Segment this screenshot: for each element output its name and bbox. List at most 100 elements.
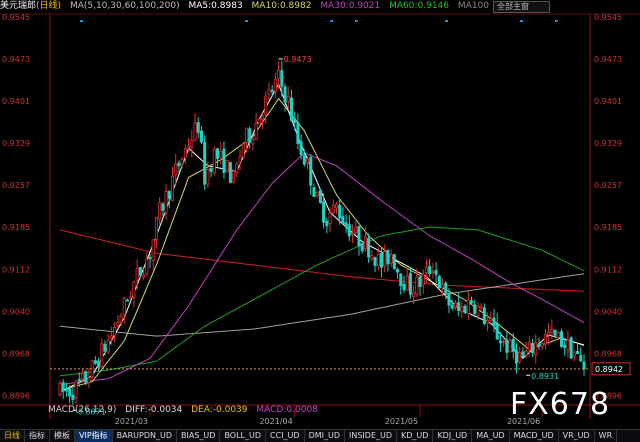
candle-body <box>199 130 203 143</box>
ma5-value: MA5:0.8983 <box>188 1 243 11</box>
candle-body <box>232 170 236 183</box>
candle-body <box>244 128 248 144</box>
candle-body <box>389 254 393 264</box>
price-tick-right: 0.9040 <box>594 308 622 317</box>
toolbar-tab[interactable]: BIAS_UD <box>177 430 221 442</box>
price-tick-right: 0.9329 <box>594 139 622 148</box>
event-marker <box>330 20 333 22</box>
event-marker <box>355 20 358 22</box>
candle-body <box>280 70 284 87</box>
candle-body <box>518 352 522 363</box>
candles <box>58 60 586 405</box>
price-tick-left: 0.9112 <box>2 266 30 275</box>
toolbar-tab[interactable]: BARUPDN_UD <box>113 430 178 442</box>
candle-body <box>206 169 210 185</box>
candle-body <box>209 167 213 172</box>
candle-body <box>261 115 265 120</box>
time-label: 2021/03 <box>115 417 148 426</box>
candle-body <box>257 118 261 125</box>
candle-body <box>386 249 390 265</box>
window-selector[interactable]: 全部主窗 <box>493 1 550 13</box>
ma30-value: MA30:0.9021 <box>320 1 381 11</box>
toolbar-tab[interactable]: KDJ_UD <box>433 430 473 442</box>
bottom-toolbar: 日线 指标 模板 VIP指标 BARUPDN_UD BIAS_UD BOLL_UD CCI_U… <box>0 429 640 442</box>
candle-body <box>441 284 445 288</box>
candle-body <box>251 138 255 145</box>
price-tick-left: 0.9257 <box>2 181 30 190</box>
toolbar-tab[interactable]: 指标 <box>25 430 50 442</box>
event-marker <box>245 20 248 22</box>
candle-body <box>215 148 220 159</box>
candle-body <box>537 343 541 346</box>
price-tick-left: 0.9329 <box>2 139 30 148</box>
price-chart[interactable]: 0.9545 0.9545 0.9473 0.9473 0.9401 0.9401 0.93… <box>0 0 640 441</box>
toolbar-tab[interactable]: MA_UD <box>472 430 510 442</box>
candle-body <box>331 205 335 213</box>
price-tick-left: 0.9473 <box>2 55 30 64</box>
candle-body <box>180 158 184 165</box>
candle-body <box>408 273 412 295</box>
candle-body <box>142 274 146 278</box>
candle-body <box>109 335 113 339</box>
candle-body <box>183 148 187 158</box>
candle-body <box>531 343 535 354</box>
candle-body <box>132 281 136 298</box>
candle-body <box>421 274 425 286</box>
candle-body <box>68 388 72 397</box>
toolbar-tab[interactable]: CCI_UD <box>266 430 305 442</box>
toolbar-tab[interactable]: INSIDE_UD <box>345 430 398 442</box>
candle-body <box>267 89 271 95</box>
candle-body <box>177 162 181 167</box>
candle-body <box>563 344 567 349</box>
candle-body <box>363 236 367 249</box>
low-right-label: 0.8931 <box>531 372 559 381</box>
toolbar-tab[interactable]: 日线 <box>0 430 25 442</box>
event-marker <box>555 20 558 22</box>
candle-body <box>158 202 162 220</box>
candle-body <box>306 158 310 163</box>
candle-body <box>412 292 416 297</box>
toolbar-tab[interactable]: DMI_UD <box>305 430 345 442</box>
candle-body <box>431 271 435 274</box>
candle-body <box>351 233 355 235</box>
candle-body <box>193 122 197 141</box>
candle-body <box>58 383 62 395</box>
candle-body <box>508 339 512 353</box>
candle-body <box>367 237 371 258</box>
toolbar-tab[interactable]: 模板 <box>50 430 75 442</box>
candle-body <box>582 361 586 370</box>
toolbar-tab[interactable]: VIP指标 <box>75 430 113 442</box>
candle-body <box>187 145 191 148</box>
candle-body <box>74 380 78 398</box>
high-label: 0.9473 <box>284 55 312 64</box>
toolbar-tab[interactable]: KD_UD <box>397 430 434 442</box>
candle-body <box>286 96 290 102</box>
candle-body <box>309 156 313 186</box>
candle-body <box>524 351 528 356</box>
candle-body <box>103 343 107 352</box>
candle-body <box>437 276 441 289</box>
candle-body <box>466 299 470 314</box>
event-marker <box>80 20 83 22</box>
candle-body <box>534 341 538 356</box>
candle-body <box>505 339 509 353</box>
candle-body <box>473 304 477 314</box>
candle-body <box>354 227 358 233</box>
candle-body <box>566 339 570 351</box>
macd-dea: DEA:-0.0039 <box>191 405 248 415</box>
toolbar-tab[interactable]: WR <box>595 430 618 442</box>
candle-body <box>556 331 560 338</box>
candle-body <box>116 322 120 326</box>
price-tick-left: 0.8968 <box>2 350 30 359</box>
candle-body <box>450 304 454 309</box>
candle-body <box>559 331 564 347</box>
toolbar-tab[interactable]: MACD_UD <box>510 430 559 442</box>
candle-body <box>514 350 519 364</box>
candle-body <box>228 162 232 183</box>
event-marker <box>445 20 448 22</box>
toolbar-tab[interactable]: VR_UD <box>559 430 595 442</box>
toolbar-tab[interactable]: BOLL_UD <box>220 430 267 442</box>
candle-body <box>383 251 387 267</box>
candle-body <box>338 205 342 219</box>
candle-body <box>344 222 348 227</box>
